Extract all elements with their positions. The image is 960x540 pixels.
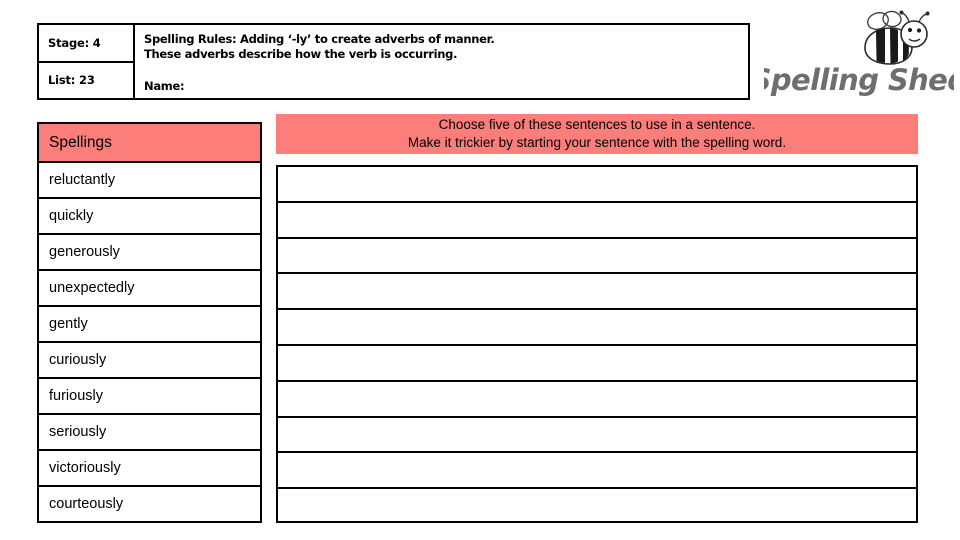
instruction-line-2: Make it trickier by starting your senten… — [407, 135, 787, 150]
spelling-word-row: reluctantly — [37, 163, 262, 199]
spelling-rules-cell: Spelling Rules: Adding ‘-ly’ to create a… — [135, 25, 748, 98]
sentence-answer-box[interactable] — [276, 379, 918, 416]
instruction-line-1: Choose five of these sentences to use in… — [438, 117, 756, 132]
spelling-rule-line-2: These adverbs describe how the verb is o… — [144, 47, 458, 61]
bee-antenna-left — [901, 12, 910, 23]
bee-head — [900, 20, 928, 48]
spelling-word-row: seriously — [37, 415, 262, 451]
spelling-shed-logo: Spelling Shed — [760, 10, 956, 102]
spellings-column-header: Spellings — [37, 122, 262, 163]
name-field-label: Name: — [144, 79, 185, 93]
bee-antenna-tip-right — [925, 11, 930, 16]
header-meta-cells: Stage: 4 List: 23 — [39, 25, 135, 98]
bee-antenna-right — [918, 13, 928, 23]
sentence-answer-box[interactable] — [276, 415, 918, 452]
spelling-word-row: gently — [37, 307, 262, 343]
spelling-shed-wordmark: Spelling Shed — [764, 61, 954, 100]
worksheet-header-table: Stage: 4 List: 23 Spelling Rules: Adding… — [37, 23, 750, 100]
instruction-banner: Choose five of these sentences to use in… — [276, 114, 918, 154]
sentence-answer-box[interactable] — [276, 165, 918, 201]
bee-eye-left — [907, 27, 913, 33]
spelling-word-row: quickly — [37, 199, 262, 235]
sentence-answer-box[interactable] — [276, 200, 918, 237]
spelling-word-row: victoriously — [37, 451, 262, 487]
spelling-word-row: courteously — [37, 487, 262, 523]
stage-cell: Stage: 4 — [39, 25, 133, 63]
sentence-answer-box[interactable] — [276, 236, 918, 273]
spelling-word-row: curiously — [37, 343, 262, 379]
bee-antenna-tip-left — [899, 10, 904, 15]
sentence-answer-box[interactable] — [276, 343, 918, 380]
spelling-rule-line-1: Spelling Rules: Adding ‘-ly’ to create a… — [144, 32, 495, 46]
bee-eye-right — [916, 28, 922, 33]
sentence-answer-box[interactable] — [276, 272, 918, 309]
spelling-word-row: generously — [37, 235, 262, 271]
list-cell: List: 23 — [48, 73, 95, 88]
spellings-column: Spellings reluctantly quickly generously… — [37, 122, 262, 523]
sentence-answer-box[interactable] — [276, 308, 918, 344]
sentence-answer-box[interactable] — [276, 487, 918, 523]
spelling-word-row: unexpectedly — [37, 271, 262, 307]
spelling-word-row: furiously — [37, 379, 262, 415]
wordmark-text: Spelling Shed — [764, 63, 954, 97]
sentence-answers-column — [276, 165, 918, 523]
sentence-answer-box[interactable] — [276, 451, 918, 488]
